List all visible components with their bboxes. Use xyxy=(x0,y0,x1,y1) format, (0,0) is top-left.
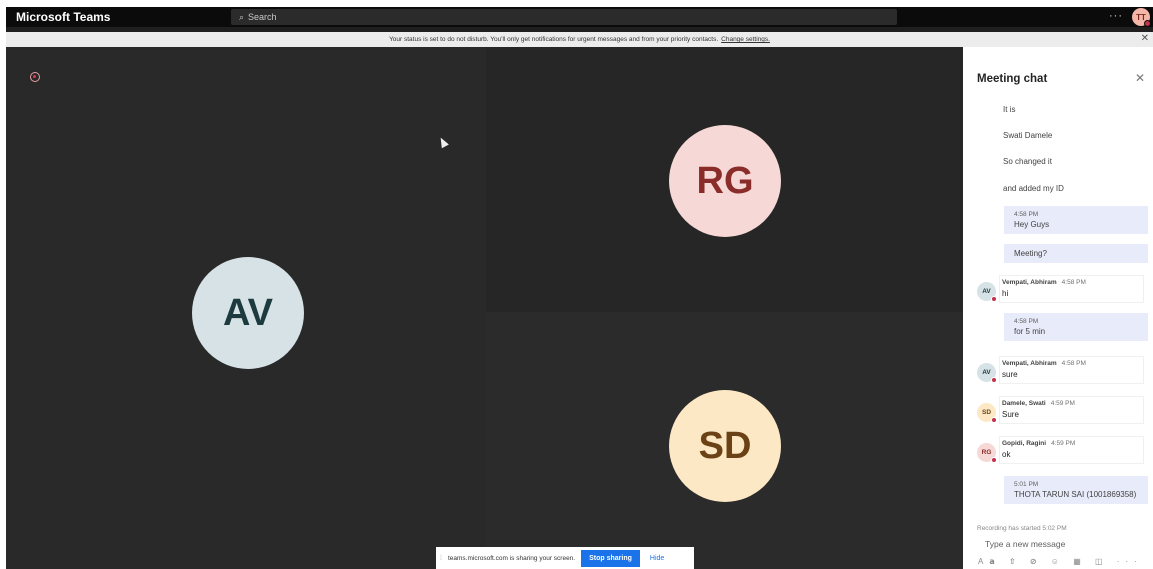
search-icon: ⌕ xyxy=(239,11,245,22)
change-settings-link[interactable]: Change settings. xyxy=(721,36,770,43)
chat-message-other: AV Vempati, Abhiram 4:58 PM sure xyxy=(977,356,1153,390)
message-text: for 5 min xyxy=(1014,327,1046,336)
own-message: 5:01 PM THOTA TARUN SAI (1001869358) xyxy=(1004,476,1148,504)
participant-tile-av[interactable]: AV xyxy=(6,47,486,569)
compose-toolbar[interactable]: A𝗮 ⇧ ⊘ ☺ ▦ ◫ ··· xyxy=(978,557,1143,566)
chat-title: Meeting chat xyxy=(977,73,1048,85)
recording-indicator-icon xyxy=(30,72,40,82)
meeting-stage: AV RG SD ⁞ teams.microsoft.com is sharin… xyxy=(6,47,963,569)
message-meta: Gopidi, Ragini 4:59 PM xyxy=(1002,440,1075,447)
banner-close-icon[interactable]: ✕ xyxy=(1141,33,1149,44)
own-message: 4:58 PM for 5 min xyxy=(1004,313,1148,341)
message-meta: Vempati, Abhiram 4:58 PM xyxy=(1002,279,1086,286)
title-bar: Microsoft Teams ⌕ Search ··· TT xyxy=(6,7,1153,27)
message-time: 4:58 PM xyxy=(1014,211,1039,218)
sender-avatar: AV xyxy=(977,282,997,302)
sender-initials: SD xyxy=(981,409,992,416)
dnd-status-dot xyxy=(991,296,997,302)
message-text: Hey Guys xyxy=(1014,220,1050,229)
sender-name: Damele, Swati xyxy=(1002,400,1046,407)
participant-avatar-rg: RG xyxy=(669,125,781,237)
chat-message: So changed it xyxy=(1003,157,1052,166)
message-time: 4:58 PM xyxy=(1014,318,1039,325)
chat-message: and added my ID xyxy=(1003,184,1064,193)
message-text: ok xyxy=(1002,450,1011,459)
dnd-status-dot xyxy=(991,417,997,423)
dnd-status-dot xyxy=(991,377,997,383)
teams-window: Microsoft Teams ⌕ Search ··· TT Your sta… xyxy=(6,7,1153,569)
sender-name: Gopidi, Ragini xyxy=(1002,440,1047,447)
sender-initials: RG xyxy=(981,449,992,456)
participant-avatar-av: AV xyxy=(192,257,304,369)
chat-message-other: AV Vempati, Abhiram 4:58 PM hi xyxy=(977,275,1153,309)
search-placeholder: Search xyxy=(248,12,277,22)
own-message: 4:58 PM Hey Guys xyxy=(1004,206,1148,234)
more-options-button[interactable]: ··· xyxy=(1109,10,1123,22)
participant-tile-sd[interactable]: SD xyxy=(486,312,963,569)
message-meta: Vempati, Abhiram 4:58 PM xyxy=(1002,360,1086,367)
message-time: 4:58 PM xyxy=(1061,279,1086,286)
hide-button[interactable]: Hide xyxy=(650,555,664,562)
sender-name: Vempati, Abhiram xyxy=(1002,279,1057,286)
meeting-chat-panel: Meeting chat ✕ It is Swati Damele So cha… xyxy=(963,47,1153,569)
message-meta: Damele, Swati 4:59 PM xyxy=(1002,400,1075,407)
message-text: THOTA TARUN SAI (1001869358) xyxy=(1014,490,1137,499)
sender-name: Vempati, Abhiram xyxy=(1002,360,1057,367)
sender-initials: AV xyxy=(982,288,991,295)
user-avatar[interactable]: TT xyxy=(1132,8,1151,27)
participant-tile-rg[interactable]: RG xyxy=(486,47,963,312)
chat-message: It is xyxy=(1003,105,1016,114)
dnd-banner: Your status is set to do not disturb. Yo… xyxy=(6,32,1153,47)
chat-message-other: RG Gopidi, Ragini 4:59 PM ok xyxy=(977,436,1153,470)
search-box[interactable]: ⌕ Search xyxy=(231,9,897,25)
app-title: Microsoft Teams xyxy=(16,10,111,24)
participant-avatar-sd: SD xyxy=(669,390,781,502)
message-text: Meeting? xyxy=(1014,249,1047,258)
share-status-text: teams.microsoft.com is sharing your scre… xyxy=(447,554,576,562)
message-time: 5:01 PM xyxy=(1014,481,1039,488)
message-time: 4:58 PM xyxy=(1061,360,1086,367)
drag-handle-icon[interactable]: ⁞ xyxy=(440,555,442,562)
dnd-status-dot xyxy=(991,457,997,463)
message-compose-input[interactable]: Type a new message xyxy=(985,539,1065,549)
dnd-status-dot xyxy=(1144,20,1151,27)
message-text: Sure xyxy=(1002,410,1019,419)
screen-share-bar: ⁞ teams.microsoft.com is sharing your sc… xyxy=(436,547,694,569)
participant-initials: AV xyxy=(223,291,273,334)
own-message: Meeting? xyxy=(1004,244,1148,263)
participant-initials: RG xyxy=(696,159,754,202)
sender-initials: AV xyxy=(982,369,991,376)
stop-sharing-button[interactable]: Stop sharing xyxy=(581,549,640,567)
dnd-banner-text: Your status is set to do not disturb. Yo… xyxy=(389,36,719,43)
message-text: hi xyxy=(1002,289,1009,298)
chat-close-icon[interactable]: ✕ xyxy=(1135,71,1145,85)
sender-avatar: RG xyxy=(977,443,997,463)
chat-message: Swati Damele xyxy=(1003,131,1053,140)
sender-avatar: SD xyxy=(977,403,997,423)
message-time: 4:59 PM xyxy=(1051,440,1076,447)
message-time: 4:59 PM xyxy=(1050,400,1075,407)
chat-message-other: SD Damele, Swati 4:59 PM Sure xyxy=(977,396,1153,430)
participant-initials: SD xyxy=(698,424,752,467)
sender-avatar: AV xyxy=(977,363,997,383)
message-text: sure xyxy=(1002,370,1018,379)
system-message: Recording has started 5:02 PM xyxy=(977,525,1067,532)
